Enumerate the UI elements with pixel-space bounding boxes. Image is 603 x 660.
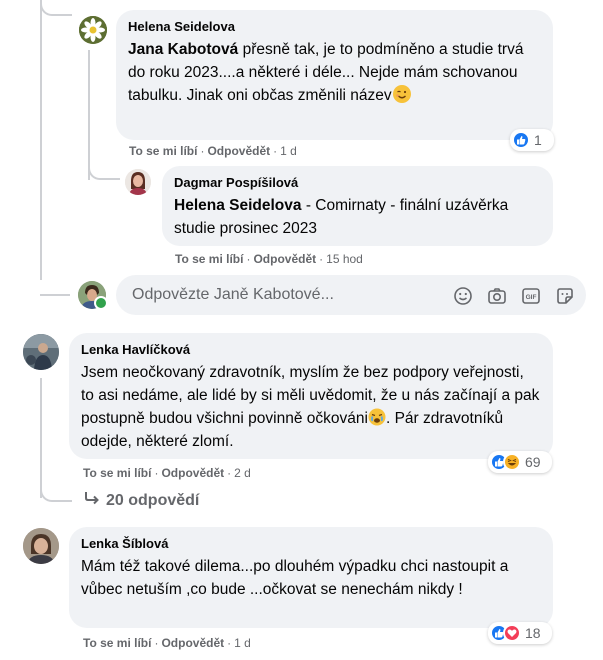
reply-input-box[interactable]: GIF [116,275,586,315]
view-more-replies-button[interactable]: 20 odpovědí [84,491,199,510]
comment-bubble: Dagmar Pospíšilová Helena Seidelova - Co… [162,166,553,246]
reactions-summary[interactable]: 1 [510,129,554,151]
reply-button[interactable]: Odpovědět [161,466,224,480]
comment-actions: To se mi líbí · Odpovědět · 1 d [129,144,297,158]
comment-actions: To se mi líbí · Odpovědět · 15 hod [175,252,363,266]
thread-curve-reply-input [40,270,70,296]
mention-link[interactable]: Helena Seidelova [174,197,302,214]
avatar[interactable] [23,528,59,564]
like-button[interactable]: To se mi líbí [83,466,151,480]
svg-text:GIF: GIF [526,294,537,301]
like-reaction-icon [512,131,530,149]
current-user-avatar[interactable] [78,281,108,310]
love-reaction-icon [503,624,521,642]
reactions-summary[interactable]: 69 [488,451,552,473]
reaction-count: 18 [525,625,541,641]
timestamp[interactable]: 1 d [280,144,297,158]
avatar[interactable] [23,334,59,370]
like-button[interactable]: To se mi líbí [129,144,197,158]
comment-bubble: Lenka Havlíčková Jsem neočkovaný zdravot… [69,333,553,459]
camera-icon[interactable] [486,285,508,307]
avatar[interactable] [79,16,107,44]
more-replies-label: 20 odpovědí [106,492,200,509]
comment-author[interactable]: Lenka Havlíčková [81,341,541,358]
mention-link[interactable]: Jana Kabotová [128,41,238,58]
comment-text: Mám též takové dilema...po dlouhém výpad… [81,555,541,601]
daisy-avatar-image [79,16,107,44]
reaction-count: 69 [525,454,541,470]
reply-arrow-icon [84,491,100,510]
comment-body: Mám též takové dilema...po dlouhém výpad… [81,558,509,598]
thread-curve-reply2 [88,160,120,180]
comment-text: Helena Seidelova - Comirnaty - finální u… [174,194,541,240]
comment-author[interactable]: Lenka Šíblová [81,535,541,552]
thread-curve-top [40,0,72,16]
comment-text: Jsem neočkovaný zdravotník, myslím že be… [81,361,541,453]
person-avatar-image [23,334,59,370]
timestamp[interactable]: 2 d [234,466,251,480]
comment-bubble: Helena Seidelova Jana Kabotová přesně ta… [116,10,553,140]
like-button[interactable]: To se mi líbí [175,252,243,266]
winking-face-icon [392,85,411,103]
reactions-summary[interactable]: 18 [488,622,552,644]
crying-face-icon [368,408,386,426]
reply-input[interactable] [130,285,454,305]
timestamp[interactable]: 15 hod [326,252,363,266]
sticker-icon[interactable] [554,285,576,307]
thread-curve-more-replies [40,480,72,502]
comment-author[interactable]: Dagmar Pospíšilová [174,174,541,191]
haha-reaction-icon [503,453,521,471]
reply-button[interactable]: Odpovědět [207,144,270,158]
avatar[interactable] [125,169,151,195]
person-avatar-image [23,528,59,564]
input-toolbar: GIF [452,285,576,307]
online-status-indicator [94,296,108,310]
comment-bubble: Lenka Šíblová Mám též takové dilema...po… [69,527,553,628]
comment-author[interactable]: Helena Seidelova [128,18,541,35]
comment-actions: To se mi líbí · Odpovědět · 2 d [83,466,251,480]
gif-icon[interactable]: GIF [520,285,542,307]
reply-button[interactable]: Odpovědět [161,636,224,650]
timestamp[interactable]: 1 d [234,636,251,650]
comment-text: Jana Kabotová přesně tak, je to podmíněn… [128,38,541,107]
thread-line-outer [40,0,42,280]
like-button[interactable]: To se mi líbí [83,636,151,650]
comment-actions: To se mi líbí · Odpovědět · 1 d [83,636,251,650]
reaction-count: 1 [534,132,542,148]
smiley-icon[interactable] [452,285,474,307]
person-avatar-image [125,169,151,195]
reply-button[interactable]: Odpovědět [253,252,316,266]
